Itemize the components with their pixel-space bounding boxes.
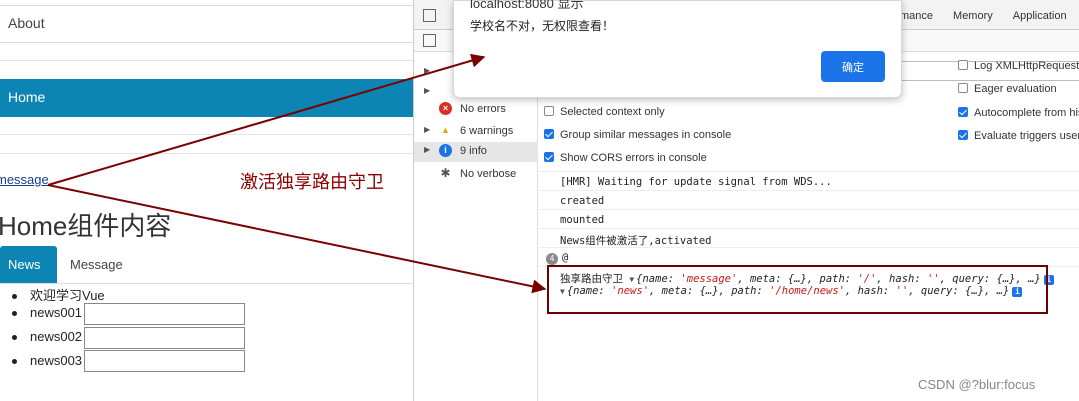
- sidebar-toggle-icon[interactable]: [423, 34, 436, 47]
- setting-log-xhr[interactable]: Log XMLHttpRequests: [958, 60, 1079, 72]
- tab-performance[interactable]: mance: [900, 10, 933, 22]
- inspect-icon[interactable]: [423, 9, 436, 22]
- setting-cors-errors[interactable]: Show CORS errors in console: [544, 152, 707, 164]
- tab-message[interactable]: Message: [70, 257, 123, 272]
- nav-link-home[interactable]: Home: [0, 79, 413, 117]
- message-link[interactable]: message: [0, 172, 49, 187]
- ok-button[interactable]: 确定: [821, 51, 885, 82]
- at-text: @: [562, 252, 569, 264]
- sidebar-item-warnings[interactable]: ▶ ▲ 6 warnings: [414, 122, 538, 142]
- checkbox[interactable]: [544, 129, 554, 140]
- watermark: CSDN @?blur:focus: [918, 377, 1036, 392]
- sidebar-item-label: 9 info: [460, 145, 487, 157]
- nav-link-about[interactable]: About: [0, 5, 413, 43]
- devtools-tabs: mance Memory Application: [900, 10, 1079, 22]
- info-icon: i: [439, 144, 452, 157]
- news-input[interactable]: [84, 327, 245, 349]
- tab-news[interactable]: News: [0, 246, 57, 283]
- bug-icon: ✱: [440, 166, 451, 180]
- checkbox[interactable]: [544, 152, 554, 163]
- sidebar-item-info[interactable]: ▶ i 9 info: [414, 142, 538, 162]
- highlight-box: [547, 265, 1048, 314]
- divider: [0, 60, 413, 61]
- list-item-text: news001: [30, 305, 83, 320]
- list-item-text: news002: [30, 329, 83, 344]
- repeat-count-badge: 4: [546, 253, 558, 265]
- setting-label: Selected context only: [560, 106, 665, 118]
- checkbox[interactable]: [958, 130, 968, 141]
- list-item-text: 欢迎学习Vue: [30, 288, 105, 303]
- list-item: news001: [12, 305, 82, 320]
- setting-evaluate-triggers[interactable]: Evaluate triggers user a: [958, 130, 1079, 142]
- expand-arrow-icon: ▶: [424, 66, 431, 75]
- list-item-text: news003: [30, 353, 83, 368]
- sidebar-item-label: No verbose: [460, 168, 517, 180]
- divider: [0, 134, 413, 135]
- checkbox[interactable]: [958, 83, 968, 94]
- setting-label: Autocomplete from his: [974, 107, 1079, 119]
- sidebar-item-label: 6 warnings: [460, 125, 514, 137]
- news-input[interactable]: [84, 350, 245, 372]
- expand-arrow-icon: ▶: [424, 86, 431, 95]
- setting-label: Log XMLHttpRequests: [974, 60, 1079, 72]
- setting-label: Eager evaluation: [974, 83, 1057, 95]
- tab-memory[interactable]: Memory: [953, 10, 993, 22]
- console-message: 4 @: [538, 247, 1079, 266]
- checkbox[interactable]: [958, 107, 968, 118]
- sidebar-item-verbose[interactable]: ✱ No verbose: [414, 165, 538, 185]
- nav-home-label: Home: [8, 89, 46, 105]
- tab-application[interactable]: Application: [1013, 10, 1067, 22]
- setting-label: Evaluate triggers user a: [974, 130, 1079, 142]
- console-message: mounted: [538, 209, 1079, 228]
- console-message: News组件被激活了,activated: [538, 228, 1079, 247]
- console-sidebar: ▶ ▶ × No errors ▶ ▲ 6 warnings ▶ i 9 info ✱ No…: [414, 53, 538, 401]
- sidebar-item-label: No errors: [460, 103, 506, 115]
- setting-eager-eval[interactable]: Eager evaluation: [958, 83, 1057, 95]
- bullet-icon: [12, 335, 17, 341]
- list-item: 欢迎学习Vue: [12, 285, 105, 304]
- annotation-label: 激活独享路由守卫: [240, 172, 384, 192]
- console-message: [HMR] Waiting for update signal from WDS…: [538, 171, 1079, 190]
- warning-icon: ▲: [441, 125, 450, 135]
- dialog-message: 学校名不对，无权限查看！: [470, 19, 615, 33]
- expand-arrow-icon: ▶: [424, 125, 431, 134]
- bullet-icon: [12, 359, 17, 365]
- divider: [0, 153, 413, 154]
- list-item: news003: [12, 353, 82, 368]
- dialog-title: localhost:8080 显示: [470, 0, 584, 11]
- list-item: news002: [12, 329, 82, 344]
- setting-group-similar[interactable]: Group similar messages in console: [544, 129, 731, 141]
- vue-app-pane: About Home message Home组件内容 News Message…: [0, 0, 413, 401]
- setting-label: Show CORS errors in console: [560, 152, 707, 164]
- setting-label: Group similar messages in console: [560, 129, 732, 141]
- tabs-divider: [0, 283, 413, 284]
- setting-selected-context[interactable]: Selected context only: [544, 106, 665, 118]
- nav-about-label: About: [8, 15, 45, 31]
- bullet-icon: [12, 311, 17, 317]
- checkbox[interactable]: [958, 60, 968, 71]
- sidebar-item-errors[interactable]: × No errors: [414, 100, 538, 120]
- bullet-icon: [12, 294, 17, 300]
- error-icon: ×: [439, 102, 452, 115]
- console-message: created: [538, 190, 1079, 209]
- setting-autocomplete[interactable]: Autocomplete from his: [958, 107, 1079, 119]
- alert-dialog: localhost:8080 显示 学校名不对，无权限查看！ 确定: [453, 0, 902, 98]
- expand-arrow-icon: ▶: [424, 145, 431, 154]
- checkbox[interactable]: [544, 106, 554, 117]
- home-title: Home组件内容: [0, 211, 172, 241]
- news-input[interactable]: [84, 303, 245, 325]
